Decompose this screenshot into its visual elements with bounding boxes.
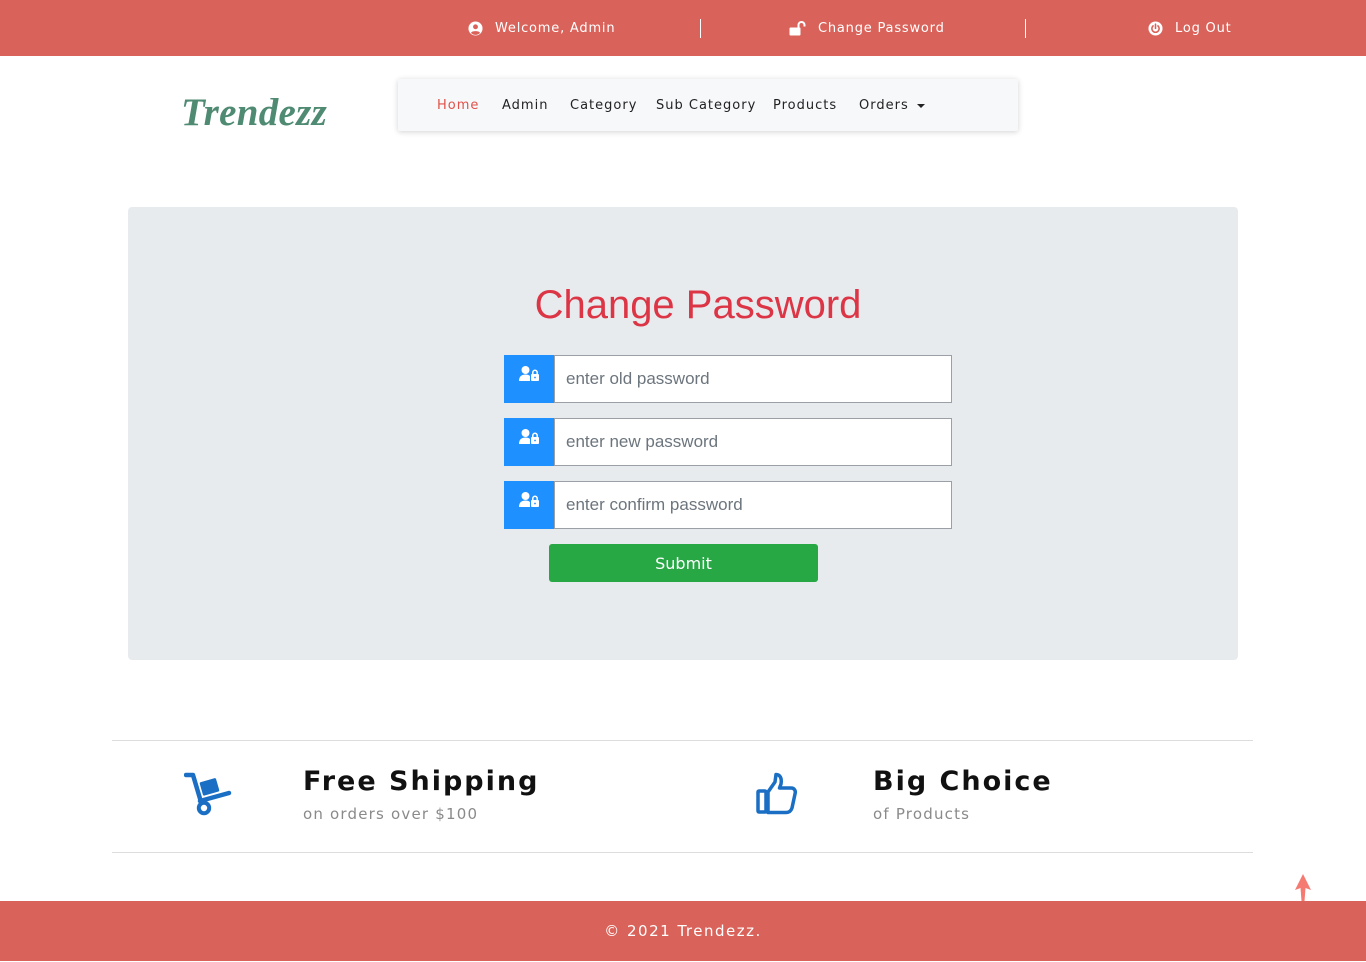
user-circle-icon <box>468 20 483 36</box>
nav-item-products[interactable]: Products <box>773 79 837 131</box>
thumbs-up-icon <box>756 772 798 815</box>
new-password-group <box>504 418 952 466</box>
old-password-group <box>504 355 952 403</box>
change-password-link[interactable]: Change Password <box>789 0 945 56</box>
change-password-label: Change Password <box>818 20 945 36</box>
feature-title: Big Choice <box>873 766 1053 797</box>
feature-subtitle: on orders over $100 <box>303 805 479 823</box>
user-lock-icon <box>504 355 555 403</box>
power-icon <box>1148 20 1163 36</box>
arrow-up-icon[interactable] <box>1294 874 1312 902</box>
user-lock-icon <box>504 418 555 466</box>
unlock-icon <box>789 20 806 35</box>
brand-logo[interactable]: Trendezz <box>181 90 327 135</box>
nav-item-orders-label: Orders <box>859 97 909 113</box>
footer: © 2021 Trendezz. <box>0 901 1366 961</box>
nav-item-admin[interactable]: Admin <box>502 79 548 131</box>
topbar-divider <box>700 19 701 38</box>
old-password-input[interactable] <box>554 355 952 403</box>
top-bar: Welcome, Admin Change Password Log Out <box>0 0 1366 56</box>
change-password-card: Change Password Submit <box>128 207 1238 660</box>
nav-item-category[interactable]: Category <box>570 79 637 131</box>
nav-item-sub-category[interactable]: Sub Category <box>656 79 756 131</box>
copyright-text: © 2021 Trendezz. <box>604 922 762 940</box>
confirm-password-input[interactable] <box>554 481 952 529</box>
welcome-label: Welcome, Admin <box>495 20 616 36</box>
hand-truck-icon <box>184 772 232 816</box>
feature-title: Free Shipping <box>303 766 540 797</box>
feature-subtitle: of Products <box>873 805 971 823</box>
user-lock-icon <box>504 481 555 529</box>
divider <box>112 852 1253 853</box>
logout-link[interactable]: Log Out <box>1148 0 1232 56</box>
confirm-password-group <box>504 481 952 529</box>
welcome-link[interactable]: Welcome, Admin <box>468 0 615 56</box>
form-title: Change Password <box>534 283 862 327</box>
divider <box>112 740 1253 741</box>
nav-item-orders[interactable]: Orders <box>859 79 925 131</box>
new-password-input[interactable] <box>554 418 952 466</box>
topbar-divider <box>1025 19 1026 38</box>
nav-item-home[interactable]: Home <box>437 79 479 131</box>
caret-down-icon <box>916 104 925 108</box>
main-nav: Home Admin Category Sub Category Product… <box>398 79 1018 131</box>
page: Welcome, Admin Change Password Log Out T… <box>0 0 1366 962</box>
logout-label: Log Out <box>1175 20 1232 36</box>
submit-button[interactable]: Submit <box>549 544 818 582</box>
